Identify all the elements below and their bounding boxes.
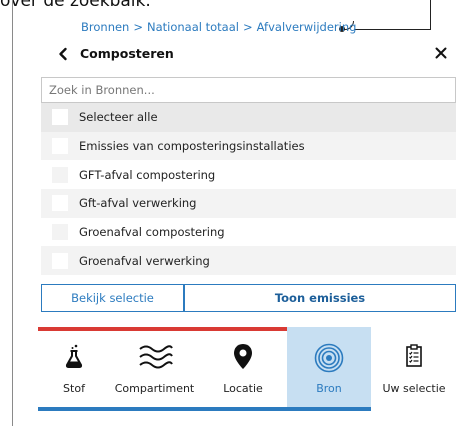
tab-label: Bron — [316, 382, 342, 395]
list-item-label: Emissies van composteringsinstallaties — [79, 139, 305, 154]
list-item[interactable]: GFT-afval compostering — [41, 160, 456, 189]
tab-bottom-indicator — [287, 407, 371, 411]
chevron-left-icon[interactable] — [56, 47, 70, 61]
clipboard-icon — [406, 344, 422, 367]
frame-border — [12, 0, 13, 426]
list-item-label: Groenafval verwerking — [79, 253, 210, 268]
list-item-label: Groenafval compostering — [79, 225, 225, 240]
list-item-label: GFT-afval compostering — [79, 167, 216, 182]
tab-bottom-indicator — [110, 407, 199, 411]
show-emissions-button[interactable]: Toon emissies — [184, 284, 456, 312]
target-icon — [314, 343, 344, 373]
tab-top-indicator — [110, 327, 199, 331]
tab-label: Uw selectie — [382, 382, 446, 395]
panel-title: Composteren — [80, 46, 174, 61]
tab-top-indicator — [38, 327, 110, 331]
view-selection-button[interactable]: Bekijk selectie — [41, 284, 184, 312]
annotation-connector — [354, 29, 431, 30]
tab-label: Stof — [63, 382, 85, 395]
breadcrumb-item-afvalverwijdering[interactable]: Afvalverwijdering — [257, 20, 357, 34]
tab-bottom-indicator — [38, 407, 110, 411]
waves-icon — [138, 345, 173, 369]
search-input[interactable] — [41, 77, 456, 103]
tab-stof[interactable]: Stof — [38, 327, 110, 411]
tab-uw-selectie[interactable]: Uw selectie — [371, 327, 457, 411]
list-item[interactable]: Emissies van composteringsinstallaties — [41, 131, 456, 161]
instruction-text-fragment: over de zoekbalk. — [0, 0, 151, 11]
tab-top-indicator — [287, 327, 371, 331]
checkbox[interactable] — [52, 195, 68, 212]
breadcrumb-item-bronnen[interactable]: Bronnen — [81, 20, 129, 34]
list-item[interactable]: Groenafval verwerking — [41, 246, 456, 276]
source-list: Selecteer alle Emissies van compostering… — [41, 103, 456, 276]
tab-label: Locatie — [223, 382, 263, 395]
tab-bron[interactable]: Bron — [287, 327, 371, 411]
breadcrumb-item-nationaal-totaal[interactable]: Nationaal totaal — [147, 20, 239, 34]
checkbox[interactable] — [52, 224, 68, 241]
list-item-select-all[interactable]: Selecteer alle — [41, 103, 456, 132]
checkbox[interactable] — [52, 252, 68, 269]
tab-compartiment[interactable]: Compartiment — [110, 327, 199, 411]
tab-bottom-indicator — [199, 407, 287, 411]
list-item-label: Gft-afval verwerking — [79, 196, 197, 211]
checkbox[interactable] — [52, 109, 68, 126]
flask-icon — [65, 344, 83, 368]
panel-header: Composteren — [56, 44, 456, 66]
list-item[interactable]: Gft-afval verwerking — [41, 189, 456, 218]
tab-label: Compartiment — [114, 382, 195, 395]
map-pin-icon — [234, 344, 252, 369]
annotation-connector — [430, 0, 431, 29]
tab-top-indicator — [199, 327, 287, 331]
checkbox[interactable] — [52, 166, 68, 183]
checkbox[interactable] — [52, 138, 68, 155]
breadcrumb-separator: > — [133, 20, 143, 34]
tab-locatie[interactable]: Locatie — [199, 327, 287, 411]
bottom-tab-bar: Stof Compartiment Locatie Bron Uw select… — [38, 327, 457, 411]
list-item[interactable]: Groenafval compostering — [41, 218, 456, 247]
breadcrumb-separator: > — [242, 20, 253, 34]
close-icon[interactable] — [434, 46, 448, 60]
list-item-label: Selecteer alle — [79, 110, 158, 125]
breadcrumb: Bronnen > Nationaal totaal > Afvalverwijderi… — [81, 20, 356, 34]
